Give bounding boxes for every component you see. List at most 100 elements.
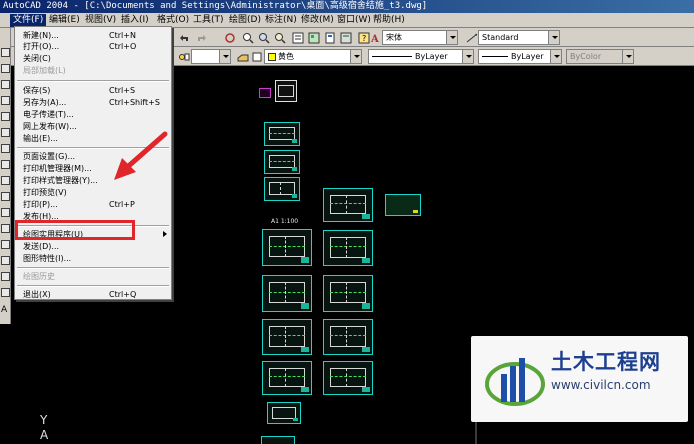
chevron-down-icon [446, 31, 457, 44]
window-title: AutoCAD 2004 - [C:\Documents and Setting… [0, 0, 694, 13]
properties-icon[interactable] [290, 30, 304, 44]
menu-item-send[interactable]: 发送(D)... [15, 241, 171, 252]
menu-item-open[interactable]: 打开(O)... Ctrl+O [15, 41, 171, 52]
drawing-sheet [262, 361, 312, 395]
ucs-y-label: Y [40, 413, 48, 427]
undo-icon[interactable] [176, 30, 190, 44]
menu-separator [17, 285, 169, 287]
font-combo[interactable]: 宋体 [382, 30, 458, 45]
watermark-url: www.civilcn.com [551, 378, 651, 392]
drawing-sheet [262, 319, 312, 355]
drawing-sheet [262, 229, 312, 266]
dim-style-combo-value: Standard [482, 33, 519, 42]
construction-line-icon[interactable] [1, 64, 10, 73]
polyline-icon[interactable] [1, 80, 10, 89]
point-icon[interactable] [1, 224, 10, 233]
menu-item-plot-preview[interactable]: 打印预览(V) [15, 187, 171, 198]
chevron-down-icon [219, 50, 230, 63]
spline-icon[interactable] [1, 160, 10, 169]
drawing-sheet [259, 88, 271, 98]
menu-separator [17, 267, 169, 269]
chevron-down-icon [622, 50, 633, 63]
menu-item-plot[interactable]: 打印(P)... Ctrl+P [15, 199, 171, 210]
drawing-sheet [323, 275, 373, 312]
menu-modify[interactable]: 修改(M) [298, 14, 337, 27]
menu-item-etransmit[interactable]: 电子传递(T)... [15, 109, 171, 120]
pan-icon[interactable] [222, 30, 236, 44]
menu-item-drawing-properties[interactable]: 图形特性(I)... [15, 253, 171, 264]
insert-block-icon[interactable] [1, 192, 10, 201]
drawing-sheet [323, 230, 373, 266]
lineweight-combo-value: ByLayer [511, 52, 544, 61]
ellipse-icon[interactable] [1, 176, 10, 185]
layer-state-icon[interactable] [176, 49, 190, 63]
text-style-icon: A [368, 30, 382, 45]
line-sample [372, 56, 412, 57]
polygon-icon[interactable] [1, 96, 10, 105]
rectangle-icon[interactable] [1, 112, 10, 121]
svg-text:?: ? [362, 34, 366, 43]
menu-help[interactable]: 帮助(H) [370, 14, 408, 27]
linetype-combo-value: ByLayer [415, 52, 448, 61]
watermark-title: 土木工程网 [551, 350, 661, 374]
drawing-sheet [262, 275, 312, 312]
mtext-icon[interactable] [1, 288, 10, 297]
tool-palettes-icon[interactable] [322, 30, 336, 44]
lineweight-combo[interactable]: ByLayer [478, 49, 562, 64]
menu-item-close[interactable]: 关闭(C) [15, 53, 171, 64]
zoom-previous-icon[interactable] [272, 30, 286, 44]
arc-icon[interactable] [1, 128, 10, 137]
dim-style-combo[interactable]: Standard [478, 30, 560, 45]
annotation-arrow-icon [114, 131, 168, 180]
chevron-down-icon [548, 31, 559, 44]
chevron-down-icon [550, 50, 561, 63]
linetype-combo[interactable]: ByLayer [368, 49, 474, 64]
color-swatch [268, 52, 276, 61]
zoom-realtime-icon[interactable] [240, 30, 254, 44]
layer-previous-icon[interactable] [249, 49, 263, 63]
svg-text:A: A [370, 34, 379, 45]
menu-item-save[interactable]: 保存(S) Ctrl+S [15, 85, 171, 96]
line-sample [482, 56, 508, 57]
region-icon[interactable] [1, 256, 10, 265]
menu-item-new[interactable]: 新建(N)... Ctrl+N [15, 30, 171, 41]
layer-combo[interactable] [191, 49, 231, 64]
drawing-sheet [323, 319, 373, 355]
sheet-scale-label: A1 1:100 [271, 218, 299, 225]
chevron-down-icon [350, 50, 361, 63]
menu-item-partial-load: 局部加载(L) [23, 66, 66, 75]
menu-item-drawing-history: 绘图历史 [23, 272, 55, 281]
drawing-sheet [261, 436, 295, 444]
menu-window[interactable]: 窗口(W) [334, 14, 374, 27]
redo-icon[interactable] [194, 30, 208, 44]
site-watermark: 土木工程网 www.civilcn.com [471, 336, 688, 422]
circle-icon[interactable] [1, 144, 10, 153]
menu-dimension[interactable]: 标注(N) [262, 14, 300, 27]
menu-tools[interactable]: 工具(T) [190, 14, 227, 27]
line-tool-icon[interactable] [1, 48, 10, 57]
make-block-icon[interactable] [1, 208, 10, 217]
plot-highlight-box [15, 220, 135, 240]
menu-item-save-as[interactable]: 另存为(A)... Ctrl+Shift+S [15, 97, 171, 108]
drawing-sheet [323, 188, 373, 222]
make-layer-current-icon[interactable] [235, 49, 249, 63]
drawing-sheet [264, 122, 300, 146]
hatch-icon[interactable] [1, 240, 10, 249]
chevron-down-icon [462, 50, 473, 63]
submenu-arrow-icon [163, 231, 167, 237]
text-a-icon[interactable]: A [1, 306, 10, 315]
color-combo[interactable]: 黄色 [264, 49, 362, 64]
drawing-sheet [264, 150, 300, 174]
plotstyle-combo: ByColor [566, 49, 634, 64]
menu-item-exit[interactable]: 退出(X) Ctrl+Q [15, 289, 171, 300]
table-icon[interactable] [1, 272, 10, 281]
drawing-sheet [264, 177, 300, 201]
plotstyle-combo-value: ByColor [570, 52, 602, 61]
zoom-window-icon[interactable] [256, 30, 270, 44]
design-center-icon[interactable] [306, 30, 320, 44]
menu-draw[interactable]: 绘图(D) [226, 14, 264, 27]
calculator-icon[interactable] [338, 30, 352, 44]
civil-logo-icon [485, 358, 545, 406]
font-combo-value: 宋体 [386, 33, 402, 42]
color-combo-value: 黄色 [278, 52, 294, 61]
